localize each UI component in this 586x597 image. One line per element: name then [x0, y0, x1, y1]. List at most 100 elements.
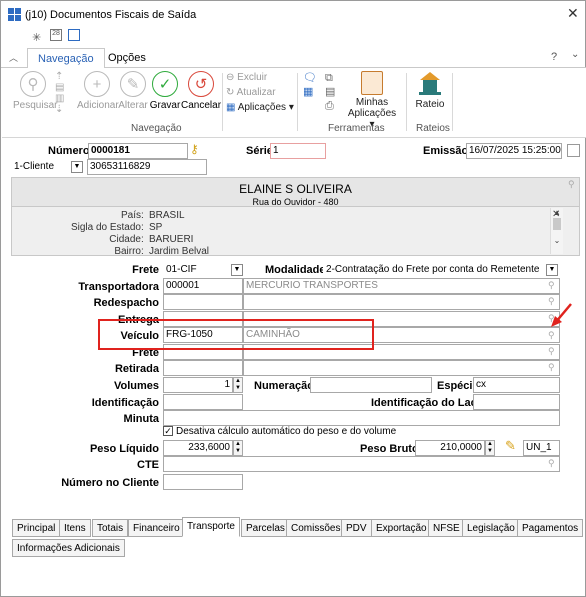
- spin-down-icon[interactable]: ▼: [234, 385, 242, 392]
- help-icon[interactable]: ?: [551, 51, 557, 63]
- transportadora-code-input[interactable]: 000001: [163, 278, 243, 294]
- atualizar-button[interactable]: ↻ Atualizar: [226, 87, 276, 98]
- modalidade-dropdown-icon[interactable]: ▼: [546, 264, 558, 276]
- peso-liquido-spinner[interactable]: ▲ ▼: [233, 440, 243, 456]
- spin-up-icon[interactable]: ▲: [486, 441, 494, 448]
- frete2-search-icon[interactable]: ⚲: [548, 346, 555, 357]
- excluir-button[interactable]: ⊖ Excluir: [226, 72, 267, 83]
- ribbon-options-icon[interactable]: ⌄: [571, 49, 579, 60]
- customer-close-icon[interactable]: ✕: [552, 209, 560, 220]
- pencil-edit-icon[interactable]: ✎: [505, 438, 516, 454]
- tab-pdv[interactable]: PDV: [341, 519, 372, 537]
- alterar-button[interactable]: ✎ Alterar: [117, 71, 149, 111]
- tab-transporte[interactable]: Transporte: [182, 517, 240, 537]
- cliente-type-dropdown-icon[interactable]: ▼: [71, 161, 83, 173]
- gravar-label: Gravar: [149, 100, 181, 111]
- cancelar-label: Cancelar: [181, 100, 222, 111]
- collapse-ribbon-icon[interactable]: ︿: [9, 51, 18, 64]
- group-label-ferramentas: Ferramentas: [328, 123, 385, 134]
- search-icon: ⚲: [20, 71, 46, 97]
- dropdown-arrow-icon: ▾: [288, 102, 294, 113]
- minuta-input[interactable]: [163, 410, 560, 426]
- transportadora-search-icon[interactable]: ⚲: [548, 280, 555, 291]
- copy-icon[interactable]: ⧉: [325, 71, 335, 85]
- nav-prev-icon[interactable]: ▤: [55, 82, 64, 93]
- scroll-icon: [361, 71, 383, 95]
- tab-financeiro[interactable]: Financeiro: [128, 519, 185, 537]
- tab-nfse[interactable]: NFSE: [428, 519, 465, 537]
- tab-totais[interactable]: Totais: [92, 519, 129, 537]
- volumes-spinner[interactable]: ▲ ▼: [233, 377, 243, 393]
- emissao-input[interactable]: 16/07/2025 15:25:00: [466, 143, 562, 159]
- minhas-aplicacoes-button[interactable]: Minhas Aplicações ▾: [344, 71, 400, 130]
- tab-informacoes-adicionais[interactable]: Informações Adicionais: [12, 539, 125, 557]
- nav-first-icon[interactable]: ⇡: [55, 71, 64, 82]
- adicionar-button[interactable]: + Adicionar: [77, 71, 119, 111]
- customer-name: ELAINE S OLIVEIRA: [239, 182, 352, 196]
- identificacao-input[interactable]: [163, 394, 243, 410]
- tab-legislacao[interactable]: Legislação: [462, 519, 520, 537]
- modalidade-select[interactable]: 2-Contratação do Frete por conta do Reme…: [323, 262, 543, 278]
- tab-parcelas[interactable]: Parcelas: [241, 519, 290, 537]
- table-icon[interactable]: ▦: [303, 85, 317, 99]
- nav-next-icon[interactable]: ▥: [55, 93, 64, 104]
- serie-input[interactable]: 1: [270, 143, 326, 159]
- numero-input[interactable]: 0000181: [88, 143, 188, 159]
- cte-search-icon[interactable]: ⚲: [548, 458, 555, 469]
- volumes-input[interactable]: 1: [163, 377, 233, 393]
- transportadora-name-input: MERCURIO TRANSPORTES: [243, 278, 560, 294]
- tab-comissoes[interactable]: Comissões: [286, 519, 346, 537]
- cte-input[interactable]: [163, 456, 560, 472]
- message-icon[interactable]: 🗨: [303, 71, 317, 85]
- unidade-input[interactable]: UN_1: [523, 440, 560, 456]
- printer-icon[interactable]: ⎙: [325, 99, 335, 113]
- aplicacoes-button[interactable]: ▦ Aplicações ▾: [226, 102, 294, 113]
- peso-bruto-input[interactable]: 210,0000: [415, 440, 485, 456]
- spin-down-icon[interactable]: ▼: [486, 448, 494, 455]
- redespacho-name-input: [243, 294, 560, 310]
- colon: :: [141, 246, 144, 254]
- spin-up-icon[interactable]: ▲: [234, 378, 242, 385]
- tab-itens[interactable]: Itens: [59, 519, 91, 537]
- group-separator: [452, 73, 453, 131]
- nav-last-icon[interactable]: ⇣: [55, 104, 64, 115]
- colon: :: [141, 234, 144, 245]
- calendar-icon[interactable]: 28: [50, 29, 62, 41]
- asterisk-icon[interactable]: ✳: [32, 31, 41, 44]
- retirada-search-icon[interactable]: ⚲: [548, 362, 555, 373]
- doc-icon[interactable]: ▤: [325, 85, 335, 99]
- tab-navegacao[interactable]: Navegação: [27, 48, 105, 69]
- tab-pagamentos[interactable]: Pagamentos: [517, 519, 584, 537]
- peso-liquido-input[interactable]: 233,6000: [163, 440, 233, 456]
- cliente-type-select[interactable]: 1-Cliente: [11, 159, 69, 175]
- numero-cliente-input[interactable]: [163, 474, 243, 490]
- tab-principal[interactable]: Principal: [12, 519, 61, 537]
- estado-value: SP: [149, 222, 163, 233]
- tab-exportacao[interactable]: Exportação: [371, 519, 432, 537]
- frete-dropdown-icon[interactable]: ▼: [231, 264, 243, 276]
- identificacao-lacre-input[interactable]: [473, 394, 560, 410]
- layout-icon[interactable]: [68, 29, 80, 41]
- peso-bruto-spinner[interactable]: ▲ ▼: [485, 440, 495, 456]
- especie-input[interactable]: cx: [473, 377, 560, 393]
- rateio-button[interactable]: Rateio: [413, 71, 447, 110]
- retirada-code-input[interactable]: [163, 360, 243, 376]
- pesquisar-button[interactable]: ⚲ Pesquisar: [13, 71, 57, 111]
- customer-search-icon[interactable]: ⚲: [568, 179, 575, 190]
- gravar-button[interactable]: ✓ Gravar: [149, 71, 181, 111]
- frete-select[interactable]: 01-CIF: [163, 262, 229, 278]
- numeracao-input[interactable]: [310, 377, 432, 393]
- close-icon[interactable]: ✕: [567, 5, 579, 22]
- cancelar-button[interactable]: ↺ Cancelar: [181, 71, 221, 111]
- veiculo-search-icon[interactable]: ⚲: [548, 330, 555, 341]
- spin-down-icon[interactable]: ▼: [234, 448, 242, 455]
- tab-opcoes[interactable]: Opções: [98, 48, 156, 69]
- desativa-checkbox[interactable]: ✓: [163, 426, 173, 436]
- spin-up-icon[interactable]: ▲: [234, 441, 242, 448]
- cliente-code-input[interactable]: 30653116829: [87, 159, 207, 175]
- scroll-down-icon[interactable]: ⌄: [551, 236, 563, 245]
- redespacho-code-input[interactable]: [163, 294, 243, 310]
- key-icon[interactable]: ⚷: [190, 142, 199, 156]
- calendar-button-icon[interactable]: [567, 144, 580, 157]
- building-icon: [419, 71, 441, 95]
